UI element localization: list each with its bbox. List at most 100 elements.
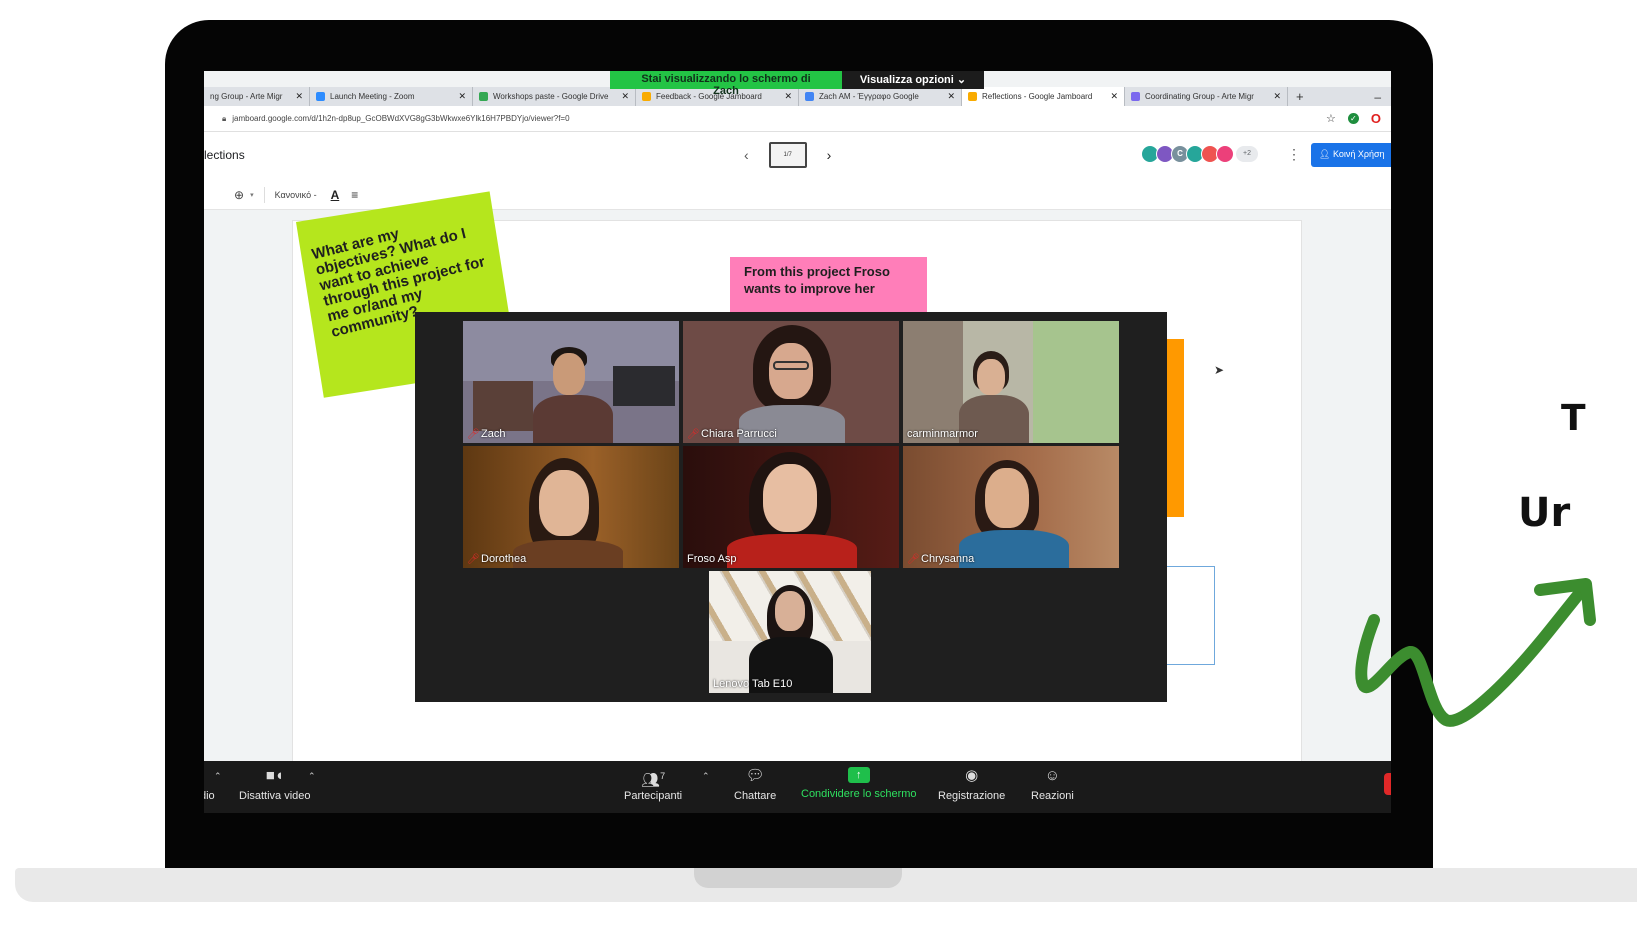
participants-options-chevron-icon[interactable]: ⌃ <box>702 771 710 782</box>
forms-favicon-icon <box>1131 92 1140 101</box>
video-options-chevron-icon[interactable]: ⌃ <box>308 771 316 782</box>
text-box[interactable] <box>1164 566 1215 665</box>
browser-tab[interactable]: Zach AM - Έγγραφο Google ✕ <box>799 87 962 106</box>
muted-mic-icon: 🎤︎ <box>687 429 700 440</box>
jamboard-header: lections ‹ 1/7 › C +2 ⋮ 👤︎ Κοινή Χρήση <box>204 132 1391 180</box>
opera-extension-icon[interactable]: O <box>1371 111 1381 126</box>
record-button[interactable]: ◉ Registrazione <box>938 767 1005 802</box>
participant-name: Lenovo Tab E10 <box>713 678 793 690</box>
video-tile[interactable]: 🎤︎ Dorothea <box>463 446 679 568</box>
extension-check-icon[interactable]: ✓ <box>1347 113 1359 124</box>
zoom-gallery-view: 🎤︎ Zach 🎤︎ Chiara Parrucci carminmarmor <box>415 312 1167 702</box>
participants-button[interactable]: 👥︎7 Partecipanti <box>624 767 682 802</box>
avatar[interactable] <box>1216 145 1234 163</box>
video-tile[interactable]: Lenovo Tab E10 <box>709 571 871 693</box>
next-frame-icon[interactable]: › <box>827 147 832 163</box>
video-tile[interactable]: 🎤︎ Zach <box>463 321 679 443</box>
lock-icon: 🔒︎ <box>222 113 227 123</box>
reactions-button[interactable]: ☺ Reazioni <box>1031 767 1074 802</box>
close-tab-icon[interactable]: ✕ <box>295 91 303 102</box>
face <box>763 464 817 532</box>
zoom-meeting-toolbar: dio ⌃ ■◖ Disattiva video ⌃ 👥︎7 Partecipa… <box>204 761 1391 813</box>
audio-label: dio <box>204 790 215 802</box>
close-tab-icon[interactable]: ✕ <box>621 91 629 102</box>
face <box>985 468 1029 528</box>
stop-video-button[interactable]: ■◖ Disattiva video <box>239 767 311 802</box>
record-icon: ◉ <box>965 767 979 784</box>
browser-tab[interactable]: Coordinating Group - Arte Migr ✕ <box>1125 87 1288 106</box>
room-wall <box>1033 321 1119 443</box>
sticky-note-pink[interactable]: From this project Froso wants to improve… <box>730 257 927 317</box>
address-bar-actions: ☆ ✓ O <box>1326 111 1381 126</box>
shirt <box>959 530 1069 568</box>
browser-tab[interactable]: Workshops paste - Google Drive ✕ <box>473 87 636 106</box>
shirt <box>727 534 857 568</box>
share-screen-button[interactable]: ↑ Condividere lo schermo <box>801 767 917 800</box>
record-label: Registrazione <box>938 790 1006 802</box>
end-meeting-button[interactable] <box>1384 773 1391 795</box>
sticky-note-orange[interactable] <box>1164 339 1184 517</box>
jam-title[interactable]: lections <box>204 148 245 162</box>
participant-name: Chiara Parrucci <box>701 428 777 440</box>
share-button[interactable]: 👤︎ Κοινή Χρήση <box>1311 143 1391 167</box>
shirt <box>533 395 613 443</box>
video-label: Disattiva video <box>239 790 311 802</box>
zoom-icon[interactable]: ⊕ <box>234 188 244 202</box>
browser-tab-strip: ng Group - Arte Migr ✕ Launch Meeting - … <box>204 87 1391 106</box>
address-bar[interactable]: 🔒︎ jamboard.google.com/d/1h2n-dp8up_GcOB… <box>204 106 1391 132</box>
bookmark-star-icon[interactable]: ☆ <box>1326 112 1336 125</box>
close-tab-icon[interactable]: ✕ <box>458 91 466 102</box>
participants-icon: 👥︎7 <box>641 771 666 789</box>
prev-frame-icon[interactable]: ‹ <box>744 147 749 163</box>
tab-label: Workshops paste - Google Drive <box>493 92 609 101</box>
frame-indicator: 1/7 <box>783 152 792 158</box>
page: Stai visualizzando lo schermo di Zach Vi… <box>0 0 1637 938</box>
person-icon: 👤︎ <box>1319 149 1333 159</box>
tab-label: Launch Meeting - Zoom <box>330 92 415 101</box>
video-camera-icon: ■◖ <box>265 767 284 784</box>
close-tab-icon[interactable]: ✕ <box>947 91 955 102</box>
more-options-icon[interactable]: ⋮ <box>1287 146 1301 163</box>
drive-favicon-icon <box>479 92 488 101</box>
curtain <box>903 321 963 443</box>
muted-mic-icon: 🎤︎ <box>467 554 480 565</box>
tab-label: Reflections - Google Jamboard <box>982 92 1093 101</box>
browser-tab-active[interactable]: Reflections - Google Jamboard ✕ <box>962 87 1125 106</box>
screen-share-banner: Stai visualizzando lo schermo di Zach Vi… <box>610 71 984 97</box>
chat-button[interactable]: 💬︎ Chattare <box>734 767 776 802</box>
face <box>977 359 1005 395</box>
minimize-icon[interactable]: – <box>1374 90 1381 104</box>
browser-tab[interactable]: Launch Meeting - Zoom ✕ <box>310 87 473 106</box>
text-color-icon[interactable]: A <box>331 188 340 202</box>
jamboard-favicon-icon <box>642 92 651 101</box>
video-tile[interactable]: carminmarmor <box>903 321 1119 443</box>
url-text[interactable]: jamboard.google.com/d/1h2n-dp8up_GcOBWdX… <box>232 114 569 123</box>
chevron-down-icon[interactable]: ▾ <box>250 191 254 199</box>
close-tab-icon[interactable]: ✕ <box>1110 91 1118 102</box>
close-tab-icon[interactable]: ✕ <box>784 91 792 102</box>
video-tile[interactable]: 🎤︎ Chiara Parrucci <box>683 321 899 443</box>
glasses <box>773 361 809 370</box>
shirt <box>513 540 623 568</box>
mouse-cursor-icon: ➤ <box>1214 363 1225 377</box>
font-style-select[interactable]: Κανονικό - <box>275 190 317 200</box>
more-collaborators-badge[interactable]: +2 <box>1236 146 1258 162</box>
audio-options-chevron-icon[interactable]: ⌃ <box>214 771 222 782</box>
monitor <box>613 366 675 406</box>
new-tab-button[interactable]: + <box>1288 89 1312 104</box>
side-heading-fragment: Ur <box>1518 490 1571 536</box>
participant-name: carminmarmor <box>907 428 978 440</box>
browser-tab[interactable]: ng Group - Arte Migr ✕ <box>204 87 310 106</box>
viewing-screen-label: Stai visualizzando lo schermo di Zach <box>610 71 842 97</box>
close-tab-icon[interactable]: ✕ <box>1273 91 1281 102</box>
share-button-label: Κοινή Χρήση <box>1332 149 1385 159</box>
frame-bar-button[interactable]: 1/7 <box>768 142 807 168</box>
video-tile[interactable]: 🎤︎ Chrysanna <box>903 446 1119 568</box>
chair <box>473 381 533 431</box>
collaborator-avatars: C +2 <box>1141 145 1258 163</box>
face <box>775 591 805 631</box>
view-options-button[interactable]: Visualizza opzioni ⌄ <box>842 71 984 89</box>
jamboard-toolbar: ⊕ ▾ Κανονικό - A ≡ <box>204 180 1391 210</box>
video-tile-active-speaker[interactable]: Froso Asp <box>683 446 899 568</box>
text-align-icon[interactable]: ≡ <box>351 188 358 202</box>
